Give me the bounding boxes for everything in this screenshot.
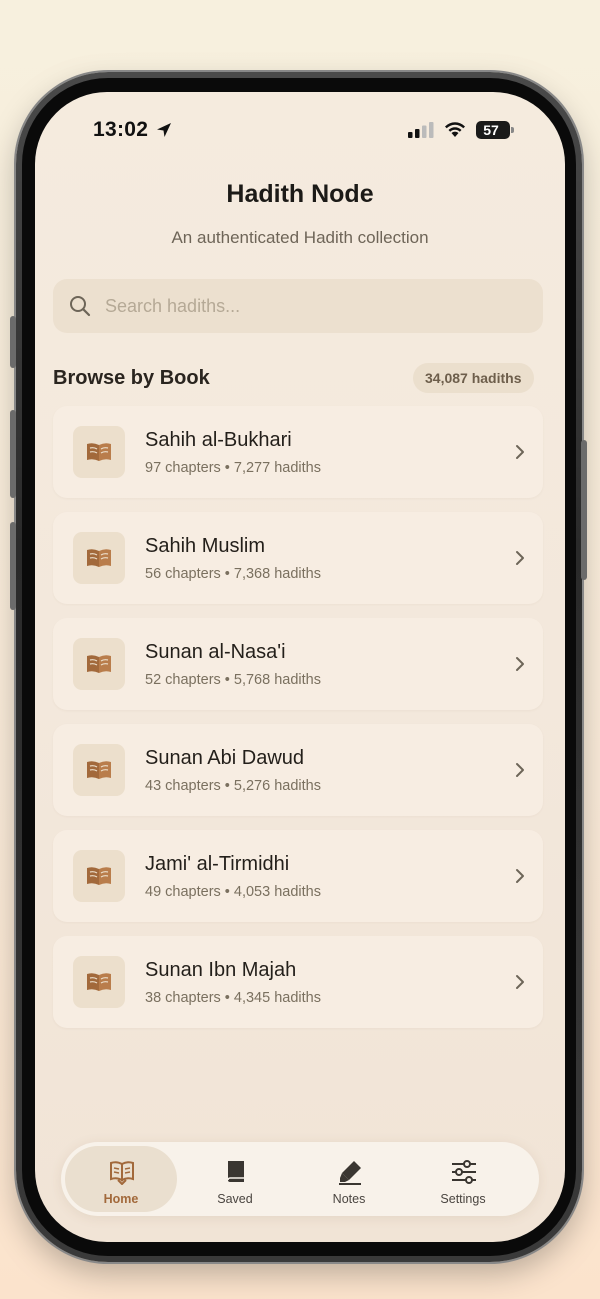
tab-home[interactable]: Home — [65, 1146, 177, 1212]
tab-settings[interactable]: Settings — [407, 1146, 519, 1212]
chevron-right-icon — [516, 445, 524, 459]
book-title: Sunan Abi Dawud — [145, 747, 305, 769]
battery-level: 57 — [483, 122, 499, 138]
search-bar[interactable] — [53, 279, 543, 333]
open-book-icon — [87, 443, 111, 461]
location-arrow-icon — [157, 123, 171, 137]
app-title: Hadith Node — [226, 180, 374, 208]
book-title: Sunan al-Nasa'i — [145, 641, 286, 663]
book-meta: 97 chapters • 7,277 hadiths — [145, 460, 321, 476]
book-thumbnail — [73, 850, 125, 902]
tab-label: Saved — [217, 1192, 253, 1206]
tab-label: Notes — [332, 1192, 366, 1206]
battery-cap — [511, 127, 514, 133]
book-card-sunan-abi-dawud[interactable]: Sunan Abi Dawud 43 chapters • 5,276 hadi… — [53, 724, 543, 816]
book-meta: 43 chapters • 5,276 hadiths — [145, 778, 321, 794]
search-input[interactable] — [105, 279, 525, 333]
status-time: 13:02 — [93, 118, 149, 141]
open-book-icon — [87, 655, 111, 673]
book-title: Sahih al-Bukhari — [145, 429, 292, 451]
app-subtitle: An authenticated Hadith collection — [171, 228, 429, 247]
chevron-right-icon — [516, 551, 524, 565]
tab-label: Home — [103, 1192, 139, 1206]
book-card-sahih-muslim[interactable]: Sahih Muslim 56 chapters • 7,368 hadiths — [53, 512, 543, 604]
tab-label: Settings — [440, 1192, 486, 1206]
volume-up-button — [10, 410, 16, 498]
open-book-icon — [87, 549, 111, 567]
open-book-icon — [87, 761, 111, 779]
book-reader-icon — [110, 1161, 134, 1185]
book-thumbnail — [73, 426, 125, 478]
book-card-sunan-al-nasai[interactable]: Sunan al-Nasa'i 52 chapters • 5,768 hadi… — [53, 618, 543, 710]
cellular-signal-icon — [408, 122, 434, 138]
book-thumbnail — [73, 744, 125, 796]
book-thumbnail — [73, 532, 125, 584]
book-meta: 49 chapters • 4,053 hadiths — [145, 884, 321, 900]
book-thumbnail — [73, 956, 125, 1008]
book-list: Sahih al-Bukhari 97 chapters • 7,277 had… — [53, 406, 543, 1042]
open-book-icon — [87, 867, 111, 885]
book-title: Jami' al-Tirmidhi — [145, 853, 290, 875]
chevron-right-icon — [516, 657, 524, 671]
volume-down-button — [10, 522, 16, 610]
bottom-tab-bar: Home Saved Notes Settings — [61, 1142, 539, 1216]
open-book-icon — [87, 973, 111, 991]
book-meta: 56 chapters • 7,368 hadiths — [145, 566, 321, 582]
chevron-right-icon — [516, 975, 524, 989]
total-hadiths-badge: 34,087 hadiths — [413, 363, 534, 393]
book-meta: 38 chapters • 4,345 hadiths — [145, 990, 321, 1006]
book-meta: 52 chapters • 5,768 hadiths — [145, 672, 321, 688]
sliders-icon — [452, 1160, 476, 1184]
book-card-sahih-al-bukhari[interactable]: Sahih al-Bukhari 97 chapters • 7,277 had… — [53, 406, 543, 498]
browse-section-title: Browse by Book — [53, 367, 210, 389]
wifi-icon — [445, 122, 465, 137]
book-thumbnail — [73, 638, 125, 690]
bookmark-book-icon — [227, 1161, 244, 1182]
book-title: Sahih Muslim — [145, 535, 266, 557]
book-title: Sunan Ibn Majah — [145, 959, 297, 981]
app-screen: 13:02 57 Hadith Node An authenticated Ha… — [35, 92, 565, 1242]
book-card-jami-al-tirmidhi[interactable]: Jami' al-Tirmidhi 49 chapters • 4,053 ha… — [53, 830, 543, 922]
tab-notes[interactable]: Notes — [293, 1146, 405, 1212]
book-card-sunan-ibn-majah[interactable]: Sunan Ibn Majah 38 chapters • 4,345 hadi… — [53, 936, 543, 1028]
tab-saved[interactable]: Saved — [179, 1146, 291, 1212]
search-icon — [70, 296, 91, 317]
silent-switch — [10, 316, 16, 368]
highlighter-icon — [339, 1161, 361, 1185]
status-bar: 13:02 57 — [35, 116, 565, 146]
chevron-right-icon — [516, 869, 524, 883]
chevron-right-icon — [516, 763, 524, 777]
power-button — [581, 440, 587, 580]
